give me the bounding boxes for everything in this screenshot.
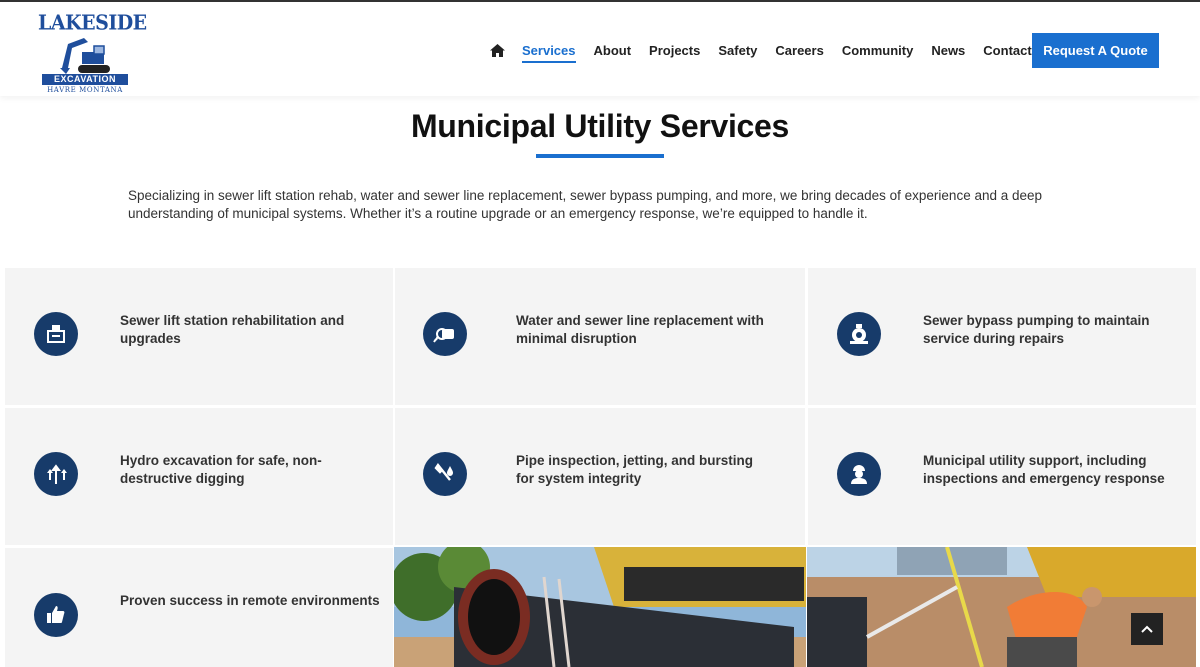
- services-grid: Sewer lift station rehabilitation and up…: [5, 268, 1196, 667]
- request-quote-button[interactable]: Request A Quote: [1032, 33, 1159, 68]
- service-text: Sewer bypass pumping to maintain service…: [923, 313, 1150, 346]
- service-text: Municipal utility support, including ins…: [923, 453, 1165, 486]
- home-icon[interactable]: [490, 42, 506, 58]
- nav-community[interactable]: Community: [842, 43, 914, 58]
- service-text: Pipe inspection, jetting, and bursting f…: [516, 453, 754, 486]
- site-logo[interactable]: LAKESIDE EXCAVATION HAVRE MONTANA: [38, 10, 147, 94]
- pipe-flow-icon: [423, 312, 467, 356]
- main-nav: Services About Projects Safety Careers C…: [490, 32, 1050, 68]
- service-text: Sewer lift station rehabilitation and up…: [120, 313, 345, 346]
- nav-safety[interactable]: Safety: [718, 43, 757, 58]
- logo-bar: EXCAVATION: [42, 74, 128, 85]
- worker-icon: [837, 452, 881, 496]
- chevron-up-icon: [1141, 625, 1153, 633]
- wrench-drop-icon: [423, 452, 467, 496]
- service-text: Proven success in remote environments: [120, 593, 380, 608]
- service-card: Proven success in remote environments: [5, 548, 393, 667]
- nav-projects[interactable]: Projects: [649, 43, 700, 58]
- split-arrows-icon: [34, 452, 78, 496]
- page-title: Municipal Utility Services: [410, 108, 790, 144]
- title-underline: [536, 154, 664, 158]
- nav-contact[interactable]: Contact: [983, 43, 1031, 58]
- nav-about[interactable]: About: [594, 43, 632, 58]
- logo-subtitle: HAVRE MONTANA: [47, 86, 123, 94]
- service-text: Water and sewer line replacement with mi…: [516, 313, 764, 346]
- service-card: Sewer lift station rehabilitation and up…: [5, 268, 393, 405]
- pipe-photo: [394, 547, 806, 667]
- nav-careers[interactable]: Careers: [775, 43, 823, 58]
- service-card: Municipal utility support, including ins…: [808, 408, 1196, 545]
- service-card: Hydro excavation for safe, non-destructi…: [5, 408, 393, 545]
- site-header: LAKESIDE EXCAVATION HAVRE MONTANA Servic…: [0, 2, 1200, 96]
- thumbs-up-icon: [34, 593, 78, 637]
- excavator-logo-icon: [60, 38, 110, 74]
- service-text: Hydro excavation for safe, non-destructi…: [120, 453, 322, 486]
- nav-services[interactable]: Services: [522, 43, 576, 63]
- worker-photo: [807, 547, 1196, 667]
- pump-icon: [837, 312, 881, 356]
- logo-brand: LAKESIDE: [38, 10, 147, 36]
- lift-station-icon: [34, 312, 78, 356]
- service-card: Sewer bypass pumping to maintain service…: [808, 268, 1196, 405]
- intro-paragraph: Specializing in sewer lift station rehab…: [128, 188, 1043, 221]
- service-card: Pipe inspection, jetting, and bursting f…: [395, 408, 805, 545]
- scroll-to-top-button[interactable]: [1131, 613, 1163, 645]
- service-card: Water and sewer line replacement with mi…: [395, 268, 805, 405]
- nav-news[interactable]: News: [931, 43, 965, 58]
